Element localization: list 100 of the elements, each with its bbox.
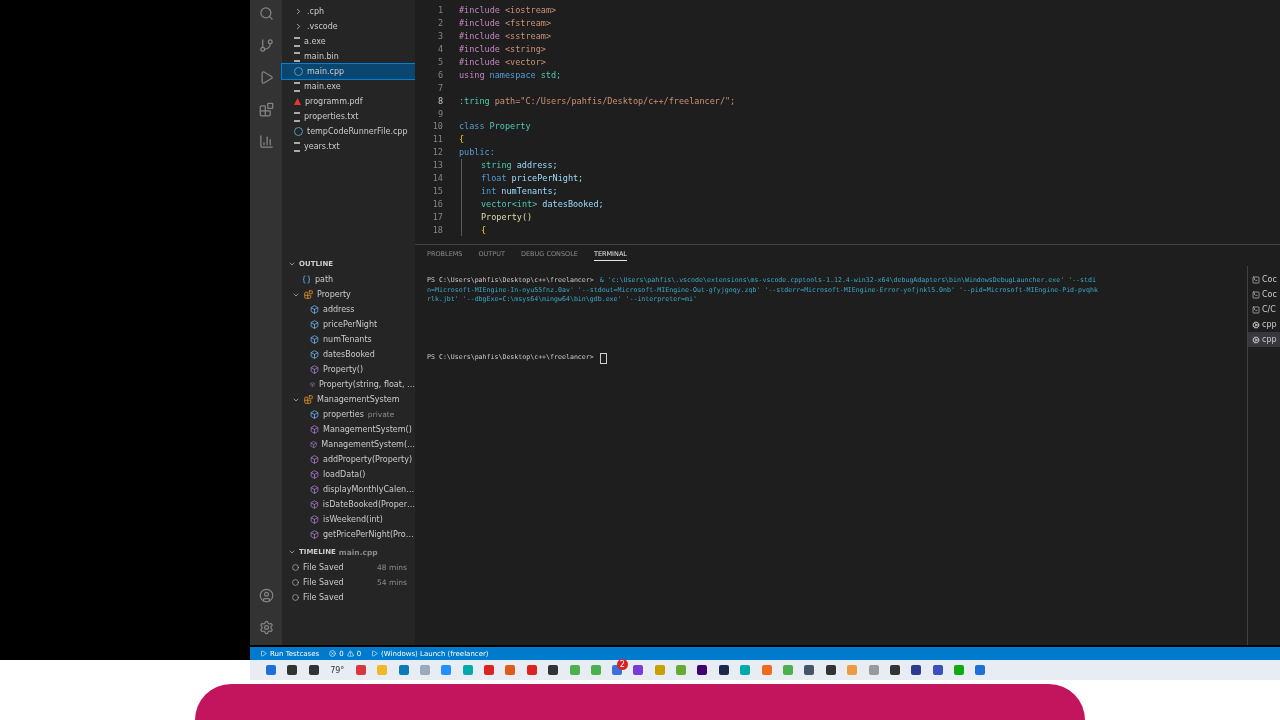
outline-item[interactable]: ManagementSystem — [282, 392, 415, 407]
app-icon[interactable] — [911, 665, 922, 675]
outline-item[interactable]: displayMonthlyCalen… — [282, 482, 415, 497]
app-icon[interactable] — [804, 665, 815, 675]
chevron-icon[interactable] — [288, 260, 296, 268]
code-token: { — [459, 134, 465, 145]
run-debug-icon[interactable] — [258, 70, 274, 85]
line-number: 16 — [431, 198, 443, 209]
outline-item[interactable]: Property — [282, 287, 415, 302]
code-token: <vector> — [504, 57, 546, 67]
line-number: 3 — [436, 31, 443, 42]
timeline-item[interactable]: File Saved — [282, 590, 415, 605]
line-number: 2 — [436, 18, 443, 29]
file-item[interactable]: properties.txt — [282, 109, 415, 124]
search-icon[interactable] — [258, 6, 274, 21]
outline-item[interactable]: address — [282, 302, 415, 317]
app-icon[interactable] — [932, 665, 943, 675]
terminal-icon — [1252, 275, 1260, 284]
file-item[interactable]: years.txt — [282, 139, 415, 154]
source-control-icon[interactable] — [258, 38, 274, 53]
code-token: #include — [459, 5, 500, 16]
line-number: 13 — [431, 160, 443, 171]
weather-text[interactable]: 79° — [330, 665, 345, 675]
code-token: class — [459, 121, 485, 132]
line-number: 12 — [431, 147, 443, 158]
outline-label: ManagementSystem() — [323, 425, 412, 434]
file-item[interactable]: .cph — [282, 4, 415, 19]
code-token: <sstream> — [504, 31, 551, 42]
app-icon[interactable] — [287, 665, 298, 675]
outline-item[interactable]: Property() — [282, 362, 415, 377]
outline-item[interactable]: isWeekend(int) — [282, 512, 415, 527]
outline-label: address — [323, 305, 355, 314]
app-icon[interactable] — [633, 665, 644, 675]
line-number: 7 — [436, 82, 443, 93]
app-icon[interactable] — [548, 665, 559, 675]
outline-item[interactable]: ManagementSystem(… — [282, 437, 415, 452]
app-icon[interactable] — [308, 665, 319, 675]
file-lines-icon — [294, 36, 300, 47]
file-item[interactable]: .vscode — [282, 19, 415, 34]
cube-icon — [310, 440, 318, 449]
outline-item[interactable]: isDateBooked(Proper… — [282, 497, 415, 512]
code-token: int — [481, 185, 497, 196]
outline-item[interactable]: numTenants — [282, 332, 415, 347]
timeline-label: File Saved — [303, 563, 345, 572]
timeline-label: File Saved — [303, 578, 345, 587]
file-item[interactable]: programm.pdf — [282, 94, 415, 109]
file-item[interactable]: a.exe — [282, 34, 415, 49]
chevron-icon[interactable] — [288, 548, 296, 556]
outline-label: addProperty(Property) — [323, 455, 412, 464]
code-token: <string> — [504, 44, 546, 55]
outline-item[interactable]: loadData() — [282, 467, 415, 482]
file-item[interactable]: main.cpp — [282, 64, 415, 79]
cube-icon — [310, 470, 319, 479]
outline-item[interactable]: datesBooked — [282, 347, 415, 362]
file-lines-icon — [294, 51, 300, 62]
code-token: Property() — [481, 211, 533, 222]
class-icon — [304, 395, 313, 404]
app-icon[interactable] — [718, 665, 729, 675]
app-icon[interactable] — [697, 665, 708, 675]
account-icon[interactable] — [258, 588, 274, 603]
cube-icon — [310, 485, 319, 494]
code-token: vector<int> — [481, 198, 538, 209]
terminal-session[interactable]: cpp — [1248, 317, 1280, 332]
app-icon[interactable] — [889, 665, 900, 675]
outline-item[interactable]: getPricePerNight(Pro… — [282, 527, 415, 542]
settings-icon[interactable] — [258, 620, 274, 635]
outline-item[interactable]: ManagementSystem() — [282, 422, 415, 437]
file-label: main.cpp — [307, 67, 345, 76]
file-label: properties.txt — [304, 112, 359, 121]
file-item[interactable]: main.bin — [282, 49, 415, 64]
line-number: 6 — [436, 69, 443, 80]
file-item[interactable]: main.exe — [282, 79, 415, 94]
code-token: path="C:/Users/pahfis/Desktop/c++/freelancer/"; — [494, 95, 736, 106]
bar-chart-icon[interactable] — [258, 134, 274, 149]
warning-icon — [346, 650, 354, 657]
line-number: 1 — [436, 5, 443, 16]
variable-icon — [302, 275, 311, 284]
error-icon — [329, 650, 337, 657]
cube-icon — [310, 320, 319, 329]
outline-item[interactable]: path — [282, 272, 415, 287]
outline-item[interactable]: pricePerNight — [282, 317, 415, 332]
terminal-session[interactable]: C/C — [1248, 302, 1280, 317]
terminal-session[interactable]: Coc — [1248, 272, 1280, 287]
terminal-session[interactable]: Coc — [1248, 287, 1280, 302]
line-number: 4 — [436, 44, 443, 55]
outline-item[interactable]: Property(string, float, … — [282, 377, 415, 392]
code-token: Property — [489, 121, 531, 132]
extensions-icon[interactable] — [258, 102, 274, 117]
code-token: #include — [459, 57, 500, 67]
file-item[interactable]: tempCodeRunnerFile.cpp — [282, 124, 415, 139]
terminal-session[interactable]: cpp — [1248, 332, 1280, 347]
outline-label: numTenants — [323, 335, 372, 344]
outline-item[interactable]: addProperty(Property) — [282, 452, 415, 467]
app-icon[interactable] — [825, 665, 836, 675]
outline-label: path — [315, 275, 334, 284]
outline-label: ManagementSystem(… — [321, 440, 415, 449]
code-token: std; — [540, 69, 562, 80]
code-token: pricePerNight; — [511, 173, 584, 183]
file-label: main.exe — [304, 82, 341, 91]
outline-label: Property(string, float, … — [318, 380, 415, 389]
